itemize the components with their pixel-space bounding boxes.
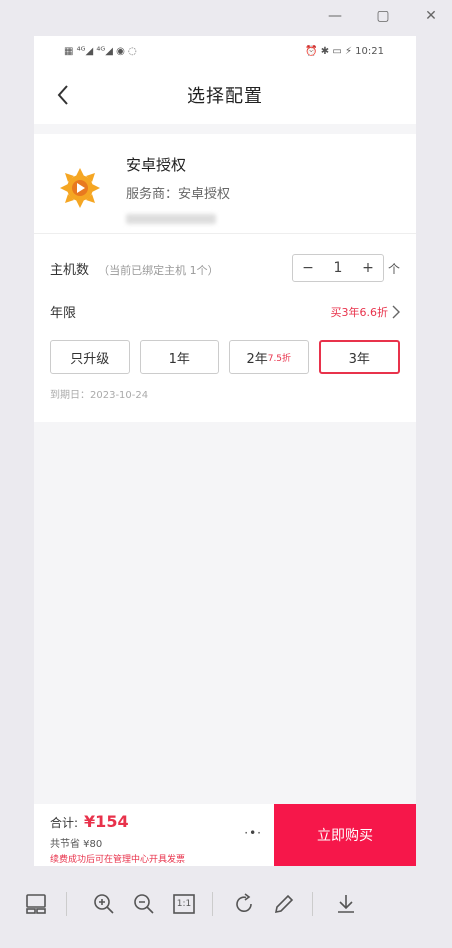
thumbnail-icon[interactable]	[22, 890, 50, 918]
total-area: 合计: ¥154 共节省 ¥80 续费成功后可在管理中心开具发票 ·•·	[34, 804, 274, 866]
actual-size-icon[interactable]: 1:1	[170, 890, 198, 918]
maximize-button[interactable]: ▢	[376, 8, 390, 24]
promo-text: 买3年6.6折	[330, 305, 389, 319]
product-name: 安卓授权	[126, 156, 187, 174]
product-sun-icon	[50, 158, 110, 218]
quantity-sub: （当前已绑定主机 1个）	[98, 263, 219, 277]
period-option-upgrade[interactable]: 只升级	[50, 340, 130, 374]
period-option-label: 3年	[348, 351, 370, 367]
more-icon[interactable]: ·•·	[244, 826, 262, 840]
window-controls: — ▢ ✕	[328, 8, 438, 24]
nav-bar: 选择配置	[34, 66, 416, 124]
total-label: 合计:	[50, 816, 79, 830]
period-option-1year[interactable]: 1年	[139, 340, 219, 374]
product-info: 安卓授权 服务商：安卓授权	[34, 134, 416, 234]
minimize-button[interactable]: —	[328, 8, 342, 24]
config-card: 安卓授权 服务商：安卓授权 主机数 （当前已绑定主机 1个） − 1 + 个 年…	[34, 134, 416, 422]
period-option-label: 2年	[246, 351, 268, 367]
period-option-label: 只升级	[70, 351, 110, 367]
edit-icon[interactable]	[270, 890, 298, 918]
chevron-left-icon	[57, 85, 68, 105]
redacted-text	[126, 214, 216, 224]
quantity-stepper[interactable]: − 1 +	[291, 254, 384, 282]
quantity-row: 主机数 （当前已绑定主机 1个） − 1 + 个	[50, 254, 400, 282]
zoom-out-icon[interactable]	[130, 890, 158, 918]
total-price: ¥154	[84, 812, 129, 831]
quantity-label: 主机数	[50, 262, 90, 278]
quantity-unit: 个	[387, 261, 400, 276]
toolbar-separator	[66, 892, 67, 916]
buy-now-button[interactable]: 立即购买	[274, 804, 416, 866]
status-bar: ▦ ⁴ᴳ◢ ⁴ᴳ◢ ◉ ◌ ⏰ ✱ ▭ ⚡ 10:21	[34, 36, 416, 66]
period-option-3year[interactable]: 3年	[318, 340, 400, 374]
rotate-icon[interactable]	[230, 890, 258, 918]
status-right-icons: ⏰ ✱ ▭ ⚡ 10:21	[305, 45, 384, 57]
viewer-toolbar: 1:1	[0, 884, 452, 924]
saved-amount: 共节省 ¥80	[50, 839, 103, 850]
period-row: 年限 买3年6.6折	[50, 302, 400, 321]
minus-button[interactable]: −	[293, 260, 323, 276]
toolbar-separator	[212, 892, 213, 916]
product-vendor: 服务商：安卓授权	[126, 187, 231, 202]
page-title: 选择配置	[187, 86, 263, 107]
checkout-bar: 合计: ¥154 共节省 ¥80 续费成功后可在管理中心开具发票 ·•· 立即购…	[34, 804, 416, 866]
download-icon[interactable]	[332, 890, 360, 918]
phone-screen: ▦ ⁴ᴳ◢ ⁴ᴳ◢ ◉ ◌ ⏰ ✱ ▭ ⚡ 10:21 选择配置 安卓授权 服务…	[34, 36, 416, 866]
promo-link[interactable]: 买3年6.6折	[331, 304, 401, 320]
close-button[interactable]: ✕	[424, 8, 438, 24]
zoom-in-icon[interactable]	[90, 890, 118, 918]
discount-tag: 7.5折	[267, 353, 292, 364]
period-label: 年限	[50, 306, 77, 321]
period-option-2year[interactable]: 2年 7.5折	[229, 340, 309, 374]
chevron-right-icon	[392, 305, 400, 318]
period-option-label: 1年	[168, 351, 190, 367]
actual-size-label: 1:1	[176, 899, 192, 909]
period-options: 只升级 1年 2年 7.5折 3年	[50, 340, 400, 374]
plus-button[interactable]: +	[353, 260, 383, 276]
quantity-value[interactable]: 1	[323, 260, 353, 276]
status-left-icons: ▦ ⁴ᴳ◢ ⁴ᴳ◢ ◉ ◌	[64, 45, 137, 57]
invoice-note: 续费成功后可在管理中心开具发票	[50, 855, 186, 865]
toolbar-separator	[312, 892, 313, 916]
expire-date: 到期日：2023-10-24	[50, 390, 149, 401]
back-button[interactable]	[48, 80, 78, 110]
